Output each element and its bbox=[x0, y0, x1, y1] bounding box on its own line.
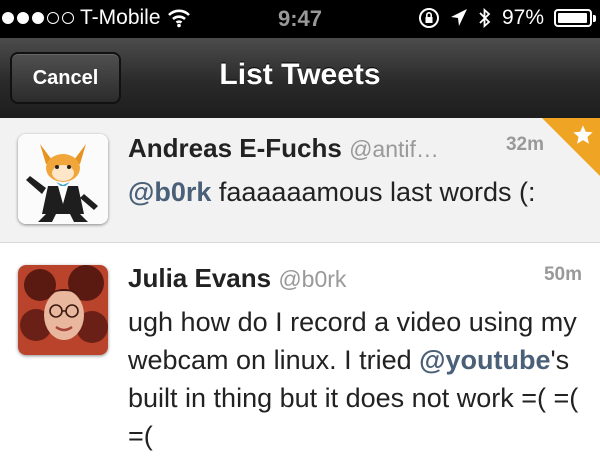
user-handle: @antif… bbox=[349, 136, 439, 162]
battery-icon bbox=[554, 9, 596, 27]
navigation-bar: Cancel List Tweets bbox=[0, 38, 600, 119]
tweet-timestamp: 32m bbox=[505, 134, 544, 155]
user-display-name[interactable]: Andreas E-Fuchs bbox=[128, 133, 342, 163]
tweet-header: Julia Evans @b0rk bbox=[128, 263, 346, 294]
bluetooth-icon bbox=[479, 7, 491, 29]
mention-link[interactable]: @b0rk bbox=[128, 177, 211, 207]
battery-percentage: 97% bbox=[501, 6, 544, 29]
rotation-lock-icon bbox=[418, 8, 439, 28]
mention-link[interactable]: @youtube bbox=[419, 345, 550, 375]
tweet-text: @b0rk faaaaaamous last words (: bbox=[128, 173, 588, 211]
tweet-timestamp: 50m bbox=[543, 264, 582, 285]
location-arrow-icon bbox=[450, 9, 467, 26]
fox-avatar-image bbox=[18, 134, 108, 224]
avatar[interactable] bbox=[18, 134, 108, 224]
status-bar: T-Mobile 9:47 97% bbox=[0, 0, 600, 38]
tweet-row[interactable]: Julia Evans @b0rk 50m ugh how do I recor… bbox=[0, 243, 600, 461]
battery-fill bbox=[558, 13, 588, 23]
tweet-row[interactable]: Andreas E-Fuchs @antif… 32m @b0rk faaaaa… bbox=[0, 118, 600, 243]
user-handle: @b0rk bbox=[278, 266, 347, 292]
page-title: List Tweets bbox=[219, 58, 381, 91]
user-photo-avatar bbox=[18, 265, 108, 355]
star-icon bbox=[573, 125, 593, 144]
avatar[interactable] bbox=[18, 265, 108, 355]
tweet-text-body: faaaaaamous last words (: bbox=[211, 177, 536, 207]
user-display-name[interactable]: Julia Evans bbox=[128, 263, 271, 293]
status-icons: 97% bbox=[418, 6, 596, 30]
tweet-text: ugh how do I record a video using my web… bbox=[128, 303, 588, 455]
tweet-header: Andreas E-Fuchs @antif… bbox=[128, 133, 439, 164]
